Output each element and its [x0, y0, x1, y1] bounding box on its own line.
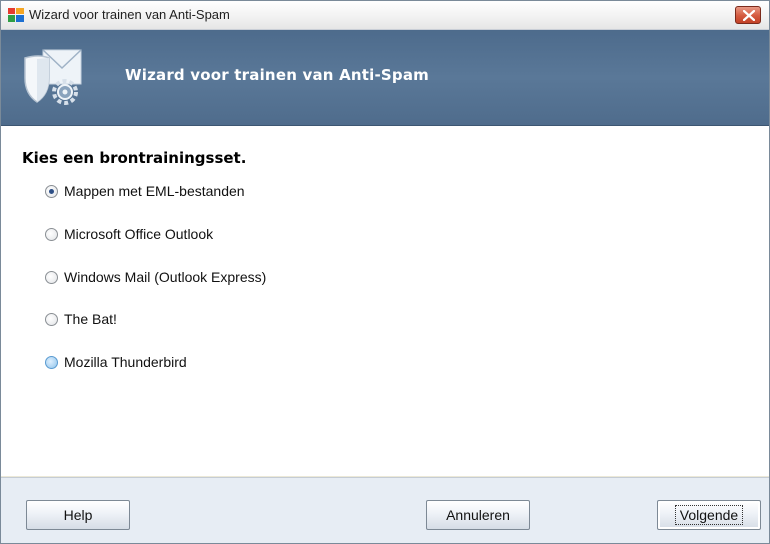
option-label: Microsoft Office Outlook [64, 226, 214, 242]
header-title: Wizard voor trainen van Anti-Spam [125, 66, 430, 84]
cancel-button[interactable]: Annuleren [426, 500, 530, 530]
radio-button-selected[interactable] [45, 184, 58, 198]
help-button[interactable]: Help [26, 500, 130, 530]
radio-button[interactable] [45, 270, 58, 284]
cancel-button-label: Annuleren [446, 507, 510, 523]
option-label: Windows Mail (Outlook Express) [64, 269, 267, 285]
wizard-header: Wizard voor trainen van Anti-Spam [1, 30, 769, 126]
next-button-label: Volgende [674, 505, 744, 525]
option-thunderbird[interactable]: Mozilla Thunderbird [45, 352, 187, 372]
wizard-window: Wizard voor trainen van Anti-Spam Wizard… [0, 0, 770, 544]
radio-button[interactable] [45, 312, 58, 326]
shield-mail-gear-icon [24, 49, 82, 105]
help-button-label: Help [63, 507, 93, 523]
radio-button[interactable] [45, 227, 58, 241]
option-label: The Bat! [64, 311, 117, 327]
option-the-bat[interactable]: The Bat! [45, 309, 117, 329]
next-button[interactable]: Volgende [657, 500, 761, 530]
avg-app-icon [8, 8, 24, 22]
radio-button[interactable] [45, 355, 58, 369]
section-heading: Kies een brontrainingsset. [22, 149, 247, 167]
close-button[interactable] [735, 6, 761, 24]
close-icon [743, 10, 755, 21]
option-eml-folders[interactable]: Mappen met EML-bestanden [45, 181, 245, 201]
title-bar[interactable]: Wizard voor trainen van Anti-Spam [1, 1, 769, 30]
option-label: Mappen met EML-bestanden [64, 183, 245, 199]
window-title: Wizard voor trainen van Anti-Spam [29, 7, 230, 22]
content-panel: Kies een brontrainingsset. Mappen met EM… [1, 126, 769, 476]
button-bar: Help Annuleren Volgende [1, 477, 769, 543]
option-label: Mozilla Thunderbird [64, 354, 187, 370]
option-outlook[interactable]: Microsoft Office Outlook [45, 224, 213, 244]
option-windows-mail[interactable]: Windows Mail (Outlook Express) [45, 267, 266, 287]
